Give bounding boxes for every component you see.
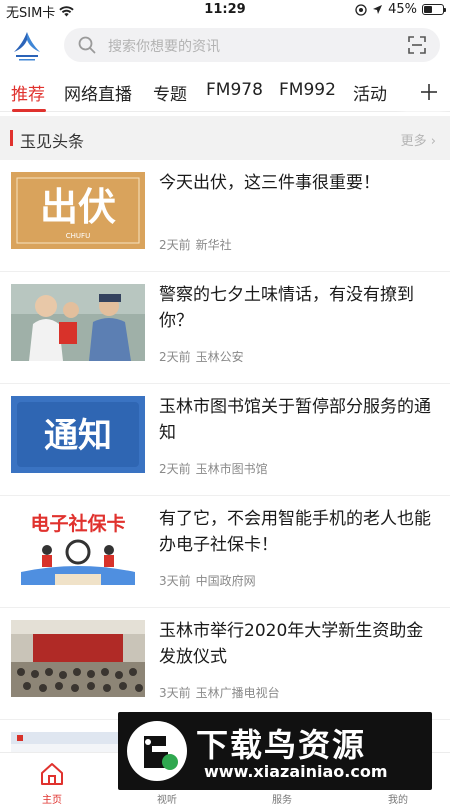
tab-topics[interactable]: 专题 bbox=[153, 80, 187, 105]
news-meta: 2天前 玉林市图书馆 bbox=[159, 460, 268, 477]
tab-home[interactable]: 主页 bbox=[22, 757, 82, 806]
header: 搜索你想要的资讯 bbox=[0, 20, 450, 72]
search-icon bbox=[78, 36, 96, 54]
thumb-text: 出伏 bbox=[40, 185, 116, 229]
news-meta: 3天前 玉林广播电视台 bbox=[159, 684, 280, 701]
tab-live[interactable]: 网络直播 bbox=[64, 80, 132, 105]
news-list: 出伏 CHUFU 今天出伏，这三件事很重要！ 2天前 新华社 警察的七夕土味情话，… bbox=[0, 160, 450, 780]
watermark-banner: 下载鸟资源 www.xiazainiao.com bbox=[118, 712, 432, 790]
bird-logo-icon bbox=[127, 721, 187, 781]
thumb-text: 电子社保卡 bbox=[30, 512, 125, 535]
news-source: 玉林公安 bbox=[195, 350, 244, 364]
list-item[interactable]: 警察的七夕土味情话，有没有撩到你？ 2天前 玉林公安 bbox=[0, 272, 450, 384]
news-source: 新华社 bbox=[195, 238, 232, 252]
news-time: 3天前 bbox=[159, 686, 191, 700]
more-label: 更多 bbox=[400, 134, 427, 149]
app-logo[interactable] bbox=[10, 30, 44, 62]
plus-icon bbox=[421, 83, 437, 100]
search-placeholder: 搜索你想要的资讯 bbox=[108, 39, 220, 55]
thumbnail: 通知 bbox=[11, 396, 145, 473]
battery-percent: 45% bbox=[388, 2, 417, 17]
tab-profile-label: 我的 bbox=[388, 795, 408, 806]
tab-recommend[interactable]: 推荐 bbox=[11, 80, 45, 105]
news-time: 3天前 bbox=[159, 574, 191, 588]
thumbnail bbox=[11, 620, 145, 697]
news-title: 玉林市举行2020年大学新生资助金发放仪式 bbox=[159, 621, 424, 667]
more-link[interactable]: 更多 › bbox=[401, 130, 436, 149]
tab-fm992[interactable]: FM992 bbox=[279, 80, 336, 100]
section-title: 玉见头条 bbox=[20, 132, 85, 151]
orientation-lock-icon bbox=[355, 3, 367, 16]
thumb-subtext: CHUFU bbox=[66, 232, 90, 240]
watermark-url: www.xiazainiao.com bbox=[204, 762, 388, 781]
section-accent-bar bbox=[10, 130, 13, 146]
news-time: 2天前 bbox=[159, 238, 191, 252]
thumb-text: 通知 bbox=[44, 416, 112, 456]
news-title: 警察的七夕土味情话，有没有撩到你？ bbox=[159, 285, 414, 331]
news-source: 玉林广播电视台 bbox=[195, 686, 280, 700]
news-meta: 2天前 新华社 bbox=[159, 236, 232, 253]
tab-activities[interactable]: 活动 bbox=[353, 80, 387, 105]
channel-tabs: 推荐 网络直播 专题 FM978 FM992 活动 bbox=[0, 72, 450, 112]
tab-services-label: 服务 bbox=[272, 795, 292, 806]
tab-home-label: 主页 bbox=[42, 795, 62, 806]
news-source: 中国政府网 bbox=[195, 574, 256, 588]
list-item[interactable]: 出伏 CHUFU 今天出伏，这三件事很重要！ 2天前 新华社 bbox=[0, 160, 450, 272]
battery-icon bbox=[422, 4, 446, 15]
home-icon bbox=[41, 763, 63, 785]
news-time: 2天前 bbox=[159, 350, 191, 364]
news-time: 2天前 bbox=[159, 462, 191, 476]
list-item[interactable]: 玉林市举行2020年大学新生资助金发放仪式 3天前 玉林广播电视台 bbox=[0, 608, 450, 720]
list-item[interactable]: 电子社保卡 有了它，不会用智能手机的老人也能办电子社保卡！ 3天前 中国政府网 bbox=[0, 496, 450, 608]
news-meta: 2天前 玉林公安 bbox=[159, 348, 244, 365]
add-channel-button[interactable] bbox=[408, 72, 450, 111]
tab-fm978[interactable]: FM978 bbox=[206, 80, 263, 100]
location-icon bbox=[373, 5, 383, 14]
thumbnail: 电子社保卡 bbox=[11, 508, 145, 585]
section-header: 玉见头条 更多 › bbox=[0, 116, 450, 160]
watermark-brand: 下载鸟资源 bbox=[196, 726, 367, 764]
news-title: 今天出伏，这三件事很重要！ bbox=[159, 173, 380, 193]
thumbnail: 出伏 CHUFU bbox=[11, 172, 145, 249]
thumbnail bbox=[11, 284, 145, 361]
news-title: 有了它，不会用智能手机的老人也能办电子社保卡！ bbox=[159, 509, 431, 555]
news-title: 玉林市图书馆关于暂停部分服务的通知 bbox=[159, 397, 431, 443]
list-item[interactable]: 通知 玉林市图书馆关于暂停部分服务的通知 2天前 玉林市图书馆 bbox=[0, 384, 450, 496]
tab-media-label: 视听 bbox=[157, 795, 177, 806]
status-bar: 无SIM卡 11:29 45% bbox=[0, 0, 450, 21]
news-meta: 3天前 中国政府网 bbox=[159, 572, 256, 589]
search-bar[interactable]: 搜索你想要的资讯 bbox=[64, 28, 440, 62]
scan-icon[interactable] bbox=[408, 36, 426, 54]
news-source: 玉林市图书馆 bbox=[195, 462, 268, 476]
active-tab-indicator bbox=[12, 109, 46, 112]
